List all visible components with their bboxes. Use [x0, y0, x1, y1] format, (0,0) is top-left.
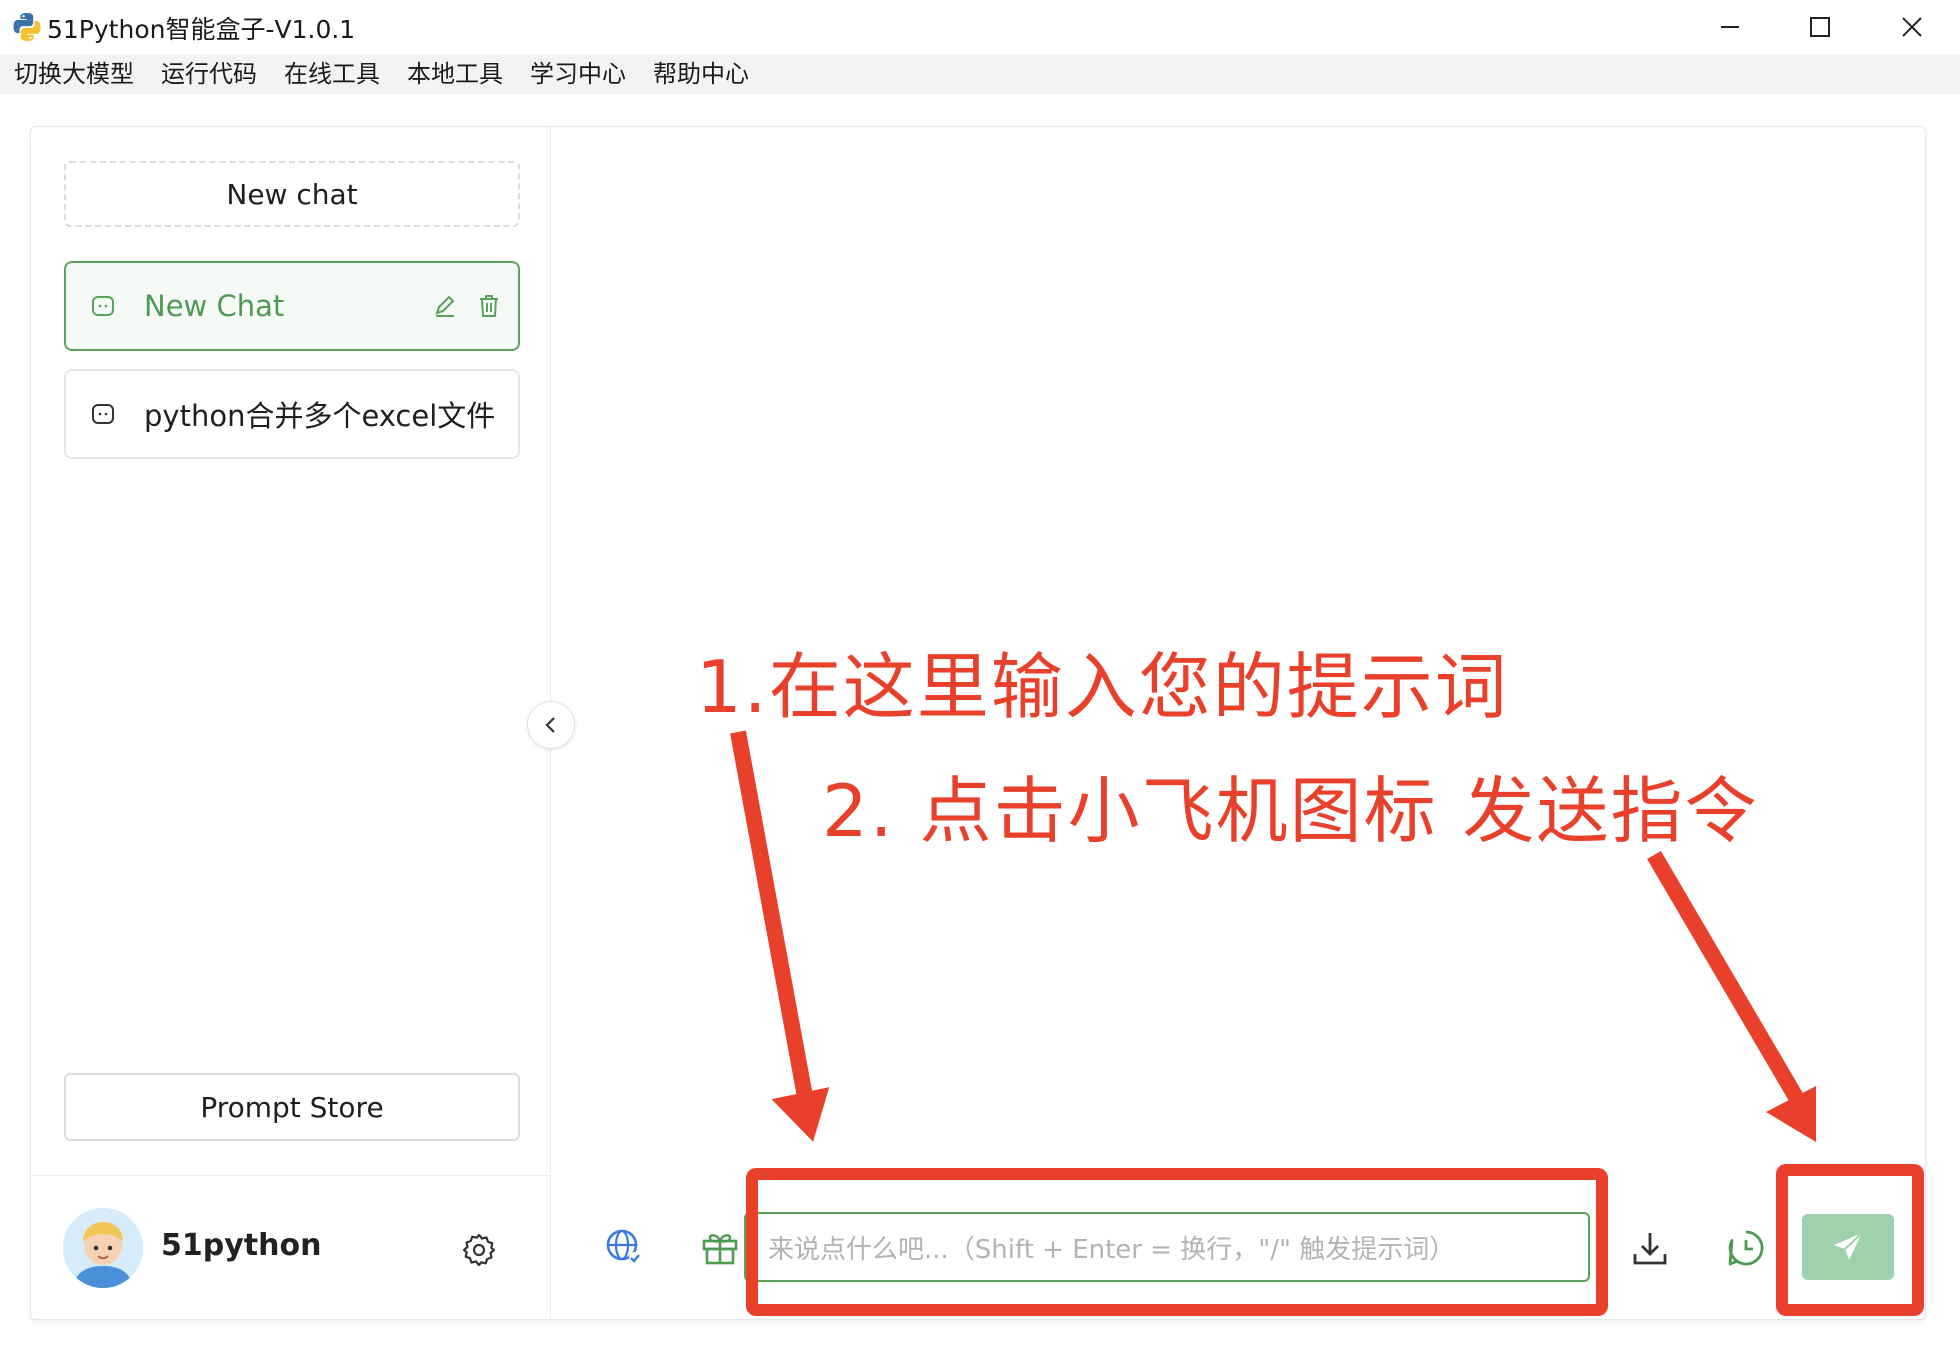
- annotation-send-highlight: [1776, 1164, 1924, 1316]
- web-search-icon[interactable]: [604, 1227, 644, 1267]
- history-clock-icon[interactable]: [1726, 1228, 1766, 1268]
- annotation-input-highlight: [746, 1168, 1608, 1316]
- annotation-step1: 1.在这里输入您的提示词: [696, 645, 1509, 729]
- annotation-step2: 2. 点击小飞机图标 发送指令: [822, 769, 1759, 853]
- gift-icon[interactable]: [700, 1227, 740, 1267]
- download-icon[interactable]: [1630, 1228, 1670, 1268]
